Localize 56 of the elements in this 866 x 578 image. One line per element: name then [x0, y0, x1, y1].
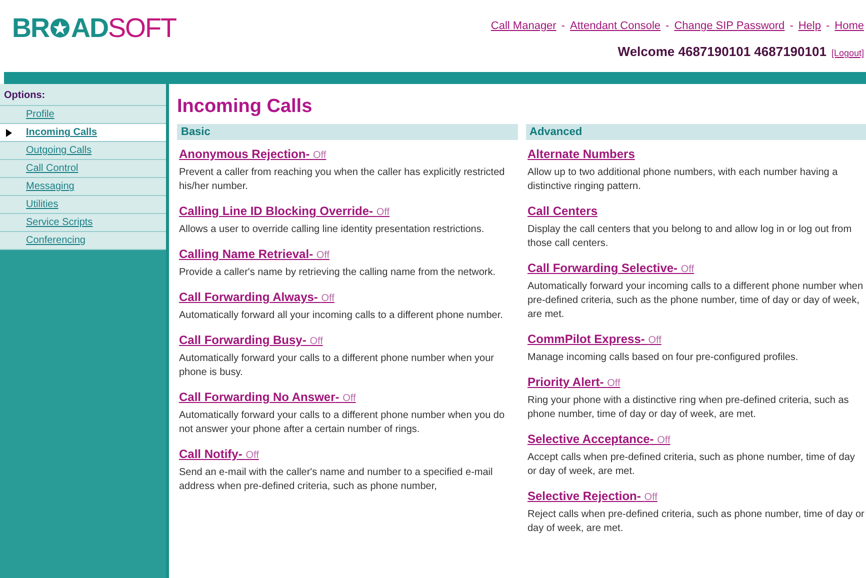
link-separator: - — [666, 20, 670, 32]
service-description: Allow up to two additional phone numbers, with each number having a distinctive ringing pattern. — [528, 166, 839, 194]
section-header: Advanced — [526, 124, 866, 140]
nav-link[interactable]: Help — [798, 20, 821, 32]
service-link[interactable]: Priority Alert- Off — [528, 375, 620, 389]
section-header: Basic — [177, 124, 518, 140]
sidebar-link[interactable]: Profile — [26, 109, 54, 120]
service-description: Send an e-mail with the caller's name and number to a specified e-mail address when pre-defined criteria, such as phone number, — [179, 466, 494, 494]
service-description: Accept calls when pre-defined criteria, such as phone number, time of day or day of week, are met. — [528, 451, 856, 479]
service-link[interactable]: Calling Name Retrieval- Off — [179, 247, 330, 261]
service-link[interactable]: Call Forwarding Selective- Off — [528, 261, 694, 275]
service-link[interactable]: Call Forwarding No Answer- Off — [179, 390, 356, 404]
service-link[interactable]: Call Forwarding Always- Off — [179, 290, 334, 304]
service-link[interactable]: Call Notify- Off — [179, 447, 259, 461]
service-description: Automatically forward your calls to a different phone number when your phone is busy. — [179, 352, 495, 380]
welcome-text: Welcome 4687190101 4687190101 — [618, 44, 826, 59]
sidebar-link[interactable]: Call Control — [26, 163, 78, 174]
nav-link[interactable]: Change SIP Password — [674, 20, 785, 32]
service-description: Ring your phone with a distinctive ring when pre-defined criteria, such as phone number, time of day or day of week, are met. — [528, 394, 850, 422]
service-link[interactable]: Selective Acceptance- Off — [528, 432, 670, 446]
service-link[interactable]: Anonymous Rejection- Off — [179, 147, 326, 161]
arrow-icon — [6, 129, 12, 137]
service-description: Reject calls when pre-defined criteria, such as phone number, time of day or day of week, are met. — [528, 508, 866, 536]
sidebar-link[interactable]: Service Scripts — [26, 217, 93, 228]
link-separator: - — [826, 20, 830, 32]
service-description: Automatically forward your calls to a different phone number when you do not answer your phone after a certain number of rings. — [179, 409, 506, 437]
service-link[interactable]: Call Forwarding Busy- Off — [179, 333, 323, 347]
sidebar-link[interactable]: Messaging — [26, 181, 74, 192]
service-description: Display the call centers that you belong to and allow log in or log out from those call centers. — [528, 223, 853, 251]
service-link[interactable]: Calling Line ID Blocking Override- Off — [179, 204, 390, 218]
service-link[interactable]: CommPilot Express- Off — [528, 332, 662, 346]
service-link[interactable]: Call Centers — [528, 204, 598, 218]
service-description: Manage incoming calls based on four pre-configured profiles. — [528, 351, 800, 365]
page-title: Incoming Calls — [177, 96, 314, 118]
logo-text: SOFT — [108, 12, 176, 44]
sidebar-link[interactable]: Outgoing Calls — [26, 145, 92, 156]
nav-link[interactable]: Attendant Console — [570, 20, 661, 32]
service-link[interactable]: Selective Rejection- Off — [528, 489, 658, 503]
sidebar-link[interactable]: Incoming Calls — [26, 127, 98, 138]
nav-link[interactable]: Call Manager — [490, 20, 556, 32]
nav-link[interactable]: Home — [834, 20, 864, 32]
link-separator: - — [790, 20, 794, 32]
service-description: Provide a caller's name by retrieving the calling name from the network. — [179, 266, 496, 280]
link-separator: - — [561, 20, 566, 32]
logout-link[interactable]: [Logout] — [831, 48, 864, 58]
service-link[interactable]: Alternate Numbers — [528, 147, 635, 161]
logo-text: AD — [71, 12, 108, 44]
service-description: Allows a user to override calling line identity presentation restrictions. — [179, 223, 486, 237]
star-icon — [50, 18, 70, 38]
service-description: Automatically forward all your incoming calls to a different phone number. — [179, 309, 504, 323]
service-description: Prevent a caller from reaching you when the caller has explicitly restricted his/her number. — [179, 166, 506, 194]
logo-text: BR — [12, 12, 49, 44]
sidebar-link[interactable]: Utilities — [26, 199, 58, 210]
sidebar-item[interactable]: Incoming Calls — [0, 124, 166, 142]
sidebar-link[interactable]: Conferencing — [26, 235, 86, 246]
service-description: Automatically forward your incoming calls to a different phone number when pre-defined criteria, such as the phone number, time of day or day of week, are met. — [528, 280, 864, 322]
